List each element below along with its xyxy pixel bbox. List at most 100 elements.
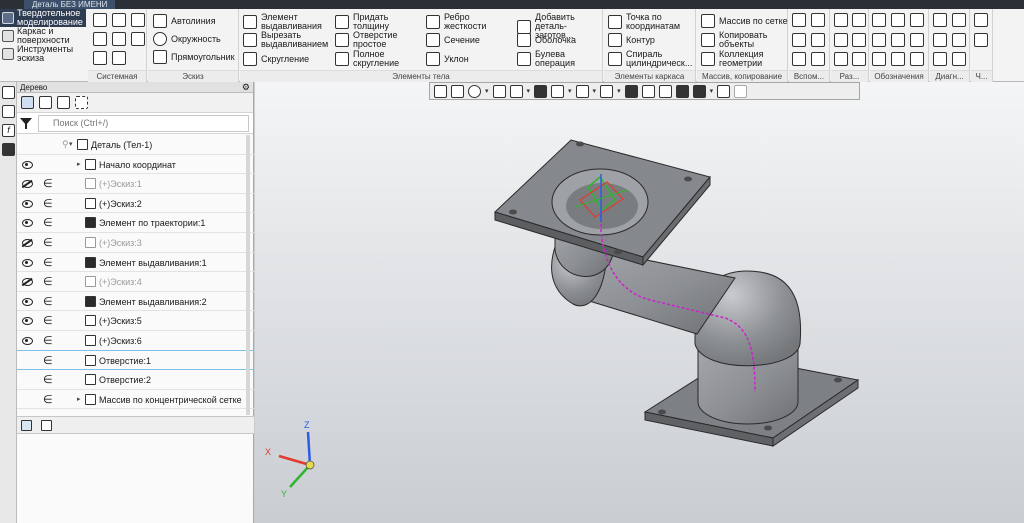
list-tab-icon[interactable] [41, 420, 52, 431]
pipe-model[interactable]: Z X Y [255, 82, 1024, 523]
rib-button[interactable]: Ребро жесткости [426, 13, 494, 31]
chevron-right-icon[interactable]: ▸ [77, 160, 81, 168]
section-button[interactable]: Сечение [426, 33, 480, 47]
include-icon[interactable]: ∈ [43, 177, 53, 190]
section-view-icon[interactable] [834, 33, 848, 47]
eye-icon[interactable] [22, 160, 33, 169]
cut-extrude-button[interactable]: Вырезать выдавливанием [243, 31, 331, 49]
tree-row[interactable]: ∈ Отверстие:1 [17, 351, 254, 371]
tree-row[interactable]: ∈ (+)Эскиз:4 [17, 272, 254, 292]
eye-hidden-icon[interactable] [22, 277, 33, 287]
variables-fx-icon[interactable]: f [2, 124, 15, 137]
tree-view-icon[interactable] [21, 96, 34, 109]
layers-list-icon[interactable] [2, 143, 15, 156]
aux-cs-icon[interactable] [811, 33, 825, 47]
select-frame-icon[interactable] [75, 96, 88, 109]
include-icon[interactable]: ∈ [43, 275, 53, 288]
aux-point-icon[interactable] [792, 33, 806, 47]
point-by-coords-button[interactable]: Точка по координатам [608, 13, 692, 31]
tree-row[interactable]: ∈ Элемент выдавливания:1 [17, 253, 254, 273]
mode-sketch-tools[interactable]: Инструменты эскиза [0, 45, 86, 63]
fillet-button[interactable]: Скругление [243, 52, 309, 66]
notation-text-icon[interactable] [891, 52, 905, 66]
redo-icon[interactable] [112, 51, 126, 65]
tree-row[interactable]: ▸ Начало координат [17, 155, 254, 175]
eye-icon[interactable] [22, 336, 33, 345]
diag-area-icon[interactable] [952, 52, 966, 66]
chevron-down-icon[interactable]: ▾ [69, 140, 73, 148]
cyl-spiral-button[interactable]: Спираль цилиндрическ... [608, 50, 696, 68]
copy-objects-button[interactable]: Копировать объекты [701, 31, 785, 49]
eye-icon[interactable] [22, 316, 33, 326]
eye-icon[interactable] [22, 199, 33, 208]
tree-row[interactable]: ∈ Элемент по траектории:1 [17, 213, 254, 233]
tree-row[interactable]: ∈ (+)Эскиз:2 [17, 194, 254, 214]
grid-array-button[interactable]: Массив по сетке [701, 14, 788, 28]
sort-view-icon[interactable] [57, 96, 70, 109]
notation-thread-icon[interactable] [891, 13, 905, 27]
aux-plane-icon[interactable] [792, 13, 806, 27]
properties-icon[interactable] [112, 32, 126, 46]
chevron-right-icon[interactable]: ▸ [77, 395, 81, 403]
full-fillet-button[interactable]: Полное скругление [335, 50, 415, 68]
shell-button[interactable]: Оболочка [517, 33, 576, 47]
eye-icon[interactable] [22, 218, 33, 228]
circle-button[interactable]: Окружность [153, 32, 221, 46]
more-a-icon[interactable] [974, 13, 988, 27]
aux-more-icon[interactable] [811, 52, 825, 66]
include-icon[interactable]: ∈ [43, 236, 53, 249]
include-icon[interactable]: ∈ [43, 393, 53, 406]
tree-row[interactable]: ∈ ▸ Массив по концентрической сетке [17, 390, 254, 410]
tree-panel-icon[interactable] [2, 86, 15, 99]
eye-icon[interactable] [22, 297, 33, 306]
tree-row[interactable]: ∈ (+)Эскиз:5 [17, 311, 254, 331]
section-more-icon[interactable] [852, 52, 866, 66]
section-plane-icon[interactable] [834, 13, 848, 27]
shell-thickness-button[interactable]: Придать толщину [335, 13, 403, 31]
mode-wireframe[interactable]: Каркас и поверхности [0, 27, 86, 45]
eye-hidden-icon[interactable] [22, 238, 33, 247]
include-icon[interactable]: ∈ [43, 354, 53, 367]
tree-row[interactable]: ∈ (+)Эскиз:1 [17, 174, 254, 194]
eye-icon[interactable] [22, 258, 33, 267]
tree-row[interactable]: ∈ Элемент выдавливания:2 [17, 292, 254, 312]
tree-row[interactable]: ∈ (+)Эскиз:6 [17, 331, 254, 351]
tree-row[interactable]: ▾ Деталь (Тел-1) [17, 135, 254, 155]
top-flange[interactable] [494, 139, 711, 267]
draft-button[interactable]: Уклон [426, 52, 469, 66]
section-split-icon[interactable] [852, 33, 866, 47]
simple-hole-button[interactable]: Отверстие простое [335, 31, 409, 49]
eye-hidden-icon[interactable] [22, 179, 33, 189]
contour-button[interactable]: Контур [608, 33, 655, 47]
section-line-icon[interactable] [834, 52, 848, 66]
diag-check-icon[interactable] [952, 33, 966, 47]
notation-leader-icon[interactable] [910, 13, 924, 27]
geometry-collection-button[interactable]: Коллекция геометрии [701, 50, 785, 68]
new-file-icon[interactable] [93, 13, 107, 27]
include-icon[interactable]: ∈ [43, 216, 53, 229]
mode-solid-modeling[interactable]: Твердотельное моделирование [0, 9, 86, 27]
rectangle-button[interactable]: Прямоугольник [153, 50, 235, 64]
tree-row[interactable]: ∈ Отверстие:2 [17, 370, 254, 390]
section-cut-icon[interactable] [852, 13, 866, 27]
aux-axis-icon[interactable] [811, 13, 825, 27]
open-file-icon[interactable] [112, 13, 126, 27]
diag-distance-icon[interactable] [952, 13, 966, 27]
save-icon[interactable] [131, 13, 145, 27]
diag-measure-icon[interactable] [933, 13, 947, 27]
notation-tolerance-icon[interactable] [872, 52, 886, 66]
more-b-icon[interactable] [974, 33, 988, 47]
print-icon[interactable] [93, 32, 107, 46]
notation-dimension-icon[interactable] [872, 33, 886, 47]
undo-icon[interactable] [93, 51, 107, 65]
include-icon[interactable]: ∈ [43, 197, 53, 210]
boolean-button[interactable]: Булева операция [517, 50, 585, 68]
tree-scrollbar[interactable] [246, 135, 250, 415]
search-input[interactable] [38, 114, 249, 132]
aux-line-icon[interactable] [792, 52, 806, 66]
tree-tab-icon[interactable] [21, 420, 32, 431]
extrude-button[interactable]: Элемент выдавливания [243, 13, 323, 31]
autoline-button[interactable]: Автолиния [153, 14, 216, 28]
include-icon[interactable]: ∈ [43, 334, 53, 347]
include-icon[interactable]: ∈ [43, 314, 53, 327]
